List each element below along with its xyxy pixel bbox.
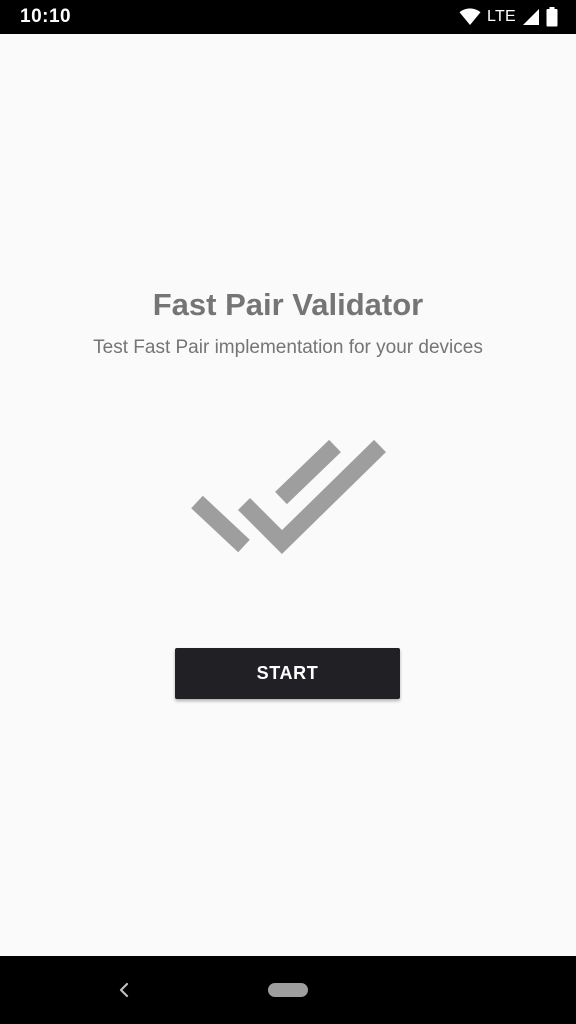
- home-pill[interactable]: [268, 983, 308, 997]
- status-icons: LTE: [459, 5, 558, 29]
- double-check-icon: [186, 436, 390, 560]
- status-time: 10:10: [20, 6, 72, 27]
- start-button[interactable]: START: [175, 648, 400, 699]
- app-screen: 10:10 LTE Fast Pair Validator Test Fast …: [0, 0, 576, 1024]
- cell-signal-icon: [522, 8, 540, 26]
- battery-icon: [546, 7, 558, 27]
- status-bar: 10:10 LTE: [0, 0, 576, 34]
- page-title: Fast Pair Validator: [152, 287, 424, 322]
- wifi-icon: [459, 8, 481, 26]
- navigation-bar: [0, 956, 576, 1024]
- back-icon[interactable]: [112, 978, 136, 1002]
- page-subtitle: Test Fast Pair implementation for your d…: [93, 337, 483, 358]
- lte-label: LTE: [486, 8, 516, 25]
